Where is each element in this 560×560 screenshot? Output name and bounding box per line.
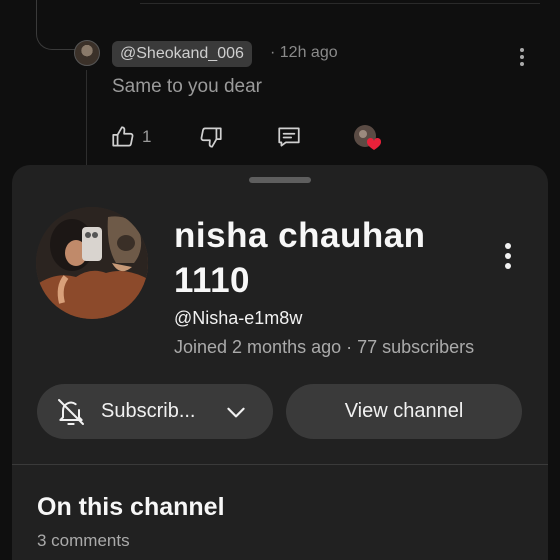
channel-avatar[interactable] — [36, 207, 148, 319]
comment-text: Same to you dear — [112, 76, 262, 97]
view-channel-button[interactable]: View channel — [286, 384, 522, 439]
comment-avatar[interactable] — [74, 40, 100, 66]
channel-menu-icon[interactable] — [501, 243, 515, 273]
comment-menu-icon[interactable] — [516, 48, 528, 70]
like-count: 1 — [142, 127, 152, 146]
channel-bottom-sheet: nisha chauhan 1110 @Nisha-e1m8w Joined 2… — [12, 165, 548, 560]
channel-meta: Joined 2 months ago · 77 subscribers — [174, 337, 475, 357]
subscribe-button[interactable]: Subscrib... — [37, 384, 273, 439]
drag-handle[interactable] — [249, 177, 311, 183]
channel-handle: @Nisha-e1m8w — [174, 308, 303, 328]
thread-vertical-line — [86, 70, 87, 170]
creator-heart-icon — [354, 125, 382, 150]
thread-divider — [140, 0, 540, 4]
bell-off-icon — [58, 399, 84, 425]
thumbs-up-icon[interactable] — [110, 124, 136, 150]
section-count: 3 comments — [37, 531, 130, 550]
comment-handle[interactable]: @Sheokand_006 — [112, 41, 252, 67]
thumbs-down-icon[interactable] — [198, 124, 224, 150]
chevron-down-icon — [227, 407, 245, 418]
subscribe-label: Subscrib... — [101, 400, 196, 422]
reply-icon[interactable] — [276, 124, 302, 150]
section-title: On this channel — [37, 493, 225, 521]
sheet-divider — [12, 464, 548, 465]
thread-connector-line — [36, 0, 76, 50]
channel-name: nisha chauhan 1110 — [174, 216, 426, 300]
comment-time: · 12h ago — [270, 44, 338, 61]
